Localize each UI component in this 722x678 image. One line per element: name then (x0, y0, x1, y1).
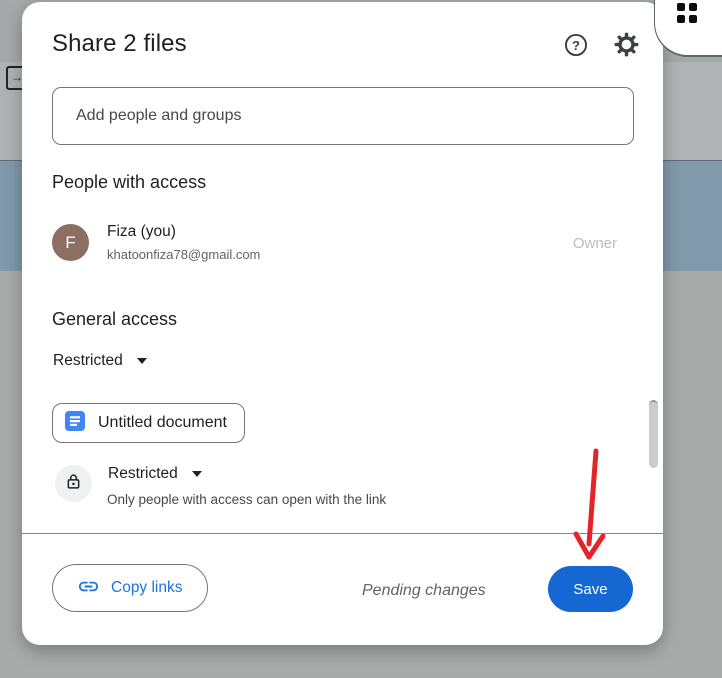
help-icon: ? (563, 32, 589, 61)
avatar: F (52, 224, 89, 261)
lock-badge (55, 465, 92, 502)
help-button[interactable]: ? (562, 32, 590, 60)
scrollbar-thumb[interactable] (649, 400, 658, 468)
avatar-letter: F (65, 232, 76, 252)
pending-changes-status: Pending changes (362, 582, 486, 599)
general-access-dropdown[interactable]: Restricted (49, 350, 151, 372)
svg-text:?: ? (572, 37, 580, 52)
link-access-dropdown[interactable]: Restricted (104, 463, 206, 485)
copy-links-label: Copy links (111, 579, 183, 596)
gear-icon (613, 31, 640, 61)
chevron-down-icon (191, 471, 202, 477)
lock-icon (64, 472, 83, 496)
chevron-down-icon (136, 358, 147, 364)
share-dialog: Share 2 files ? Add people and groups Pe… (22, 2, 663, 645)
save-button[interactable]: Save (548, 566, 633, 612)
link-access-selected: Restricted (108, 465, 178, 482)
person-email: khatoonfiza78@gmail.com (107, 247, 261, 262)
general-access-selected: Restricted (53, 352, 123, 369)
general-access-heading: General access (52, 309, 178, 329)
dialog-title: Share 2 files (52, 30, 187, 57)
add-people-input[interactable] (52, 87, 634, 145)
link-access-description: Only people with access can open with th… (107, 492, 387, 507)
person-role: Owner (572, 235, 617, 252)
settings-button[interactable] (612, 32, 640, 60)
file-chip[interactable]: Untitled document (52, 403, 245, 443)
copy-links-button[interactable]: Copy links (52, 564, 208, 612)
file-chip-label: Untitled document (98, 414, 227, 431)
footer-divider (22, 533, 663, 534)
person-name: Fiza (you) (107, 223, 176, 240)
apps-grid-icon[interactable] (677, 3, 697, 23)
link-icon (77, 575, 100, 601)
people-with-access-heading: People with access (52, 172, 207, 192)
docs-file-icon (65, 410, 85, 436)
